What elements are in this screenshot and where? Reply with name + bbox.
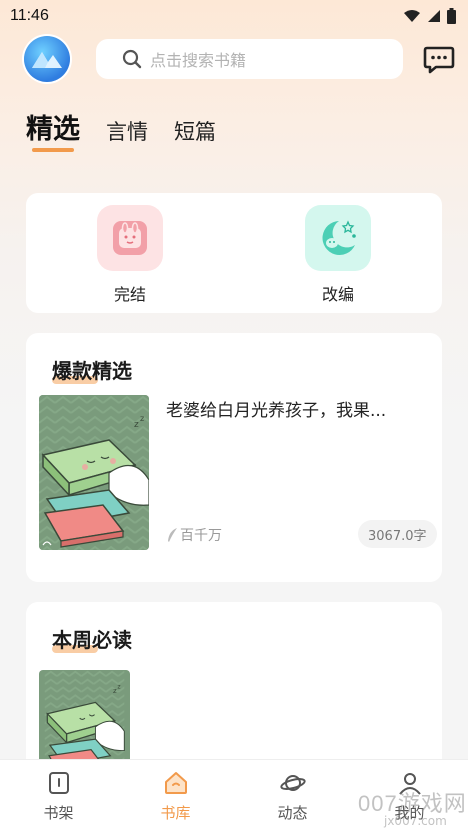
category-label: 完结 xyxy=(113,285,146,304)
wifi-icon xyxy=(404,10,420,22)
battery-icon xyxy=(447,8,456,24)
category-tabs: 精选 言情 短篇 xyxy=(26,104,216,154)
tab-featured[interactable]: 精选 xyxy=(26,107,80,154)
search-icon xyxy=(122,49,142,69)
search-input[interactable]: 点击搜索书籍 xyxy=(96,39,403,79)
book-cover[interactable]: z z xyxy=(39,395,149,550)
section-title: 本周必读 xyxy=(52,628,132,653)
feather-pen-icon xyxy=(168,528,177,542)
planet-icon xyxy=(279,775,306,791)
book-author: 百千万 xyxy=(166,525,222,545)
app-logo-icon xyxy=(32,52,62,68)
avatar[interactable] xyxy=(24,36,70,82)
bunny-icon xyxy=(97,205,163,271)
signal-icon xyxy=(428,10,440,22)
svg-text:z: z xyxy=(134,420,139,430)
library-icon xyxy=(164,772,187,794)
nav-label: 动态 xyxy=(277,804,308,822)
tab-romance[interactable]: 言情 xyxy=(106,116,148,154)
nav-bookshelf[interactable]: 书架 xyxy=(0,760,117,833)
nav-library[interactable]: 书库 xyxy=(117,760,234,833)
moon-icon xyxy=(305,205,371,271)
author-name: 百千万 xyxy=(180,528,222,544)
bookshelf-icon xyxy=(48,772,69,794)
section-title: 爆款精选 xyxy=(52,359,132,384)
status-icons xyxy=(403,8,456,24)
word-count-badge: 3067.0字 xyxy=(358,520,437,548)
svg-text:z: z xyxy=(140,414,144,423)
watermark-url: jx007.com xyxy=(384,814,447,828)
category-completed[interactable]: 完结 xyxy=(97,205,163,305)
category-label: 改编 xyxy=(321,285,354,304)
nav-activity[interactable]: 动态 xyxy=(234,760,351,833)
tab-short[interactable]: 短篇 xyxy=(174,116,216,154)
status-time: 11:46 xyxy=(10,7,49,24)
category-card: 完结 改编 xyxy=(26,193,442,313)
section-hot-picks: 爆款精选 z z 老婆给白月光养孩子，我果... 百千万 3067.0字 xyxy=(26,333,442,582)
search-placeholder: 点击搜索书籍 xyxy=(150,51,247,70)
category-adapted[interactable]: 改编 xyxy=(305,205,371,305)
chat-bubble-icon xyxy=(423,46,455,74)
message-button[interactable] xyxy=(422,45,456,75)
nav-label: 书架 xyxy=(43,804,74,822)
nav-label: 书库 xyxy=(160,804,191,822)
svg-text:z: z xyxy=(117,683,120,690)
header: 点击搜索书籍 xyxy=(0,36,468,86)
book-title[interactable]: 老婆给白月光养孩子，我果... xyxy=(166,396,426,421)
section-weekly-must-read: 本周必读 z z xyxy=(26,602,442,782)
svg-text:z: z xyxy=(113,687,117,695)
status-bar: 11:46 xyxy=(0,0,468,32)
